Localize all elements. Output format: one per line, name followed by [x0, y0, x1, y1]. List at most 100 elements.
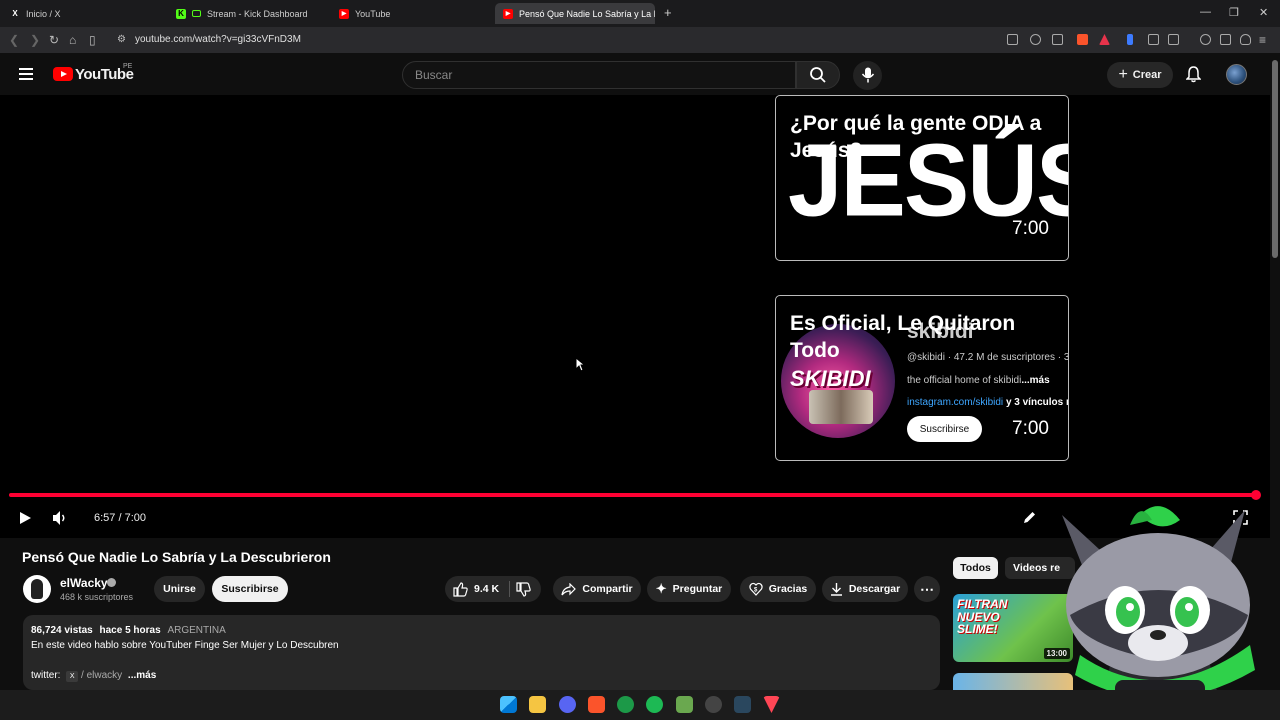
page-scrollbar-thumb[interactable] — [1272, 60, 1278, 258]
super-thanks-icon: $ — [749, 582, 763, 596]
discord-icon[interactable] — [559, 696, 576, 713]
endcard-channel-desc: the official home of skibidi...más — [907, 375, 1050, 386]
windows-start-icon[interactable] — [500, 696, 517, 713]
endcard-title: ¿Por qué la gente ODIA a Jesús? — [790, 112, 1042, 163]
browser-menu-icon[interactable]: ≡ — [1259, 33, 1266, 47]
show-more-link[interactable]: ...más — [128, 670, 156, 681]
channel-name[interactable]: elWacky — [60, 576, 108, 590]
download-button[interactable]: Descargar — [822, 576, 908, 602]
bookmark-icon[interactable]: ▯ — [89, 33, 96, 47]
tab-label: Stream - Kick Dashboard — [207, 8, 308, 19]
video-meta: 86,724 vistas hace 5 horas ARGENTINA — [31, 625, 226, 636]
notifications-bell-icon[interactable] — [1186, 66, 1201, 83]
back-icon[interactable]: ❮ — [9, 33, 19, 47]
time-display: 6:57 / 7:00 — [94, 512, 146, 524]
plus-icon: + — [1118, 66, 1128, 83]
obs-icon[interactable] — [705, 696, 722, 713]
description-box[interactable]: 86,724 vistas hace 5 horas ARGENTINA En … — [23, 615, 940, 690]
twitter-handle[interactable]: / elwacky — [81, 670, 122, 681]
video-title: Pensó Que Nadie Lo Sabría y La Descubrie… — [22, 549, 331, 565]
screen-icon[interactable] — [1007, 34, 1018, 45]
tab-label: YouTube — [355, 8, 391, 19]
search-input[interactable]: Buscar — [402, 61, 796, 89]
hamburger-menu-icon[interactable] — [19, 68, 33, 80]
twitter-label: twitter: — [31, 670, 61, 681]
forward-icon[interactable]: ❯ — [30, 33, 40, 47]
music-icon[interactable] — [1200, 34, 1211, 45]
thanks-button[interactable]: $ Gracias — [740, 576, 816, 602]
reload-icon[interactable]: ↻ — [49, 33, 59, 47]
youtube-icon: ▶ — [503, 8, 513, 19]
share-page-icon[interactable] — [1052, 34, 1063, 45]
more-actions-button[interactable]: ⋯ — [914, 576, 940, 602]
tab-current-video[interactable]: ▶ Pensó Que Nadie Lo Sabría y La Descubr… — [495, 3, 655, 24]
youtube-logo-icon[interactable] — [53, 67, 73, 81]
app-icon[interactable] — [617, 696, 634, 713]
youtube-icon: ▶ — [339, 8, 349, 19]
cameraman-image — [809, 390, 873, 424]
site-info-icon[interactable]: ⚙ — [117, 34, 126, 45]
brave-shield-icon[interactable] — [1077, 34, 1088, 45]
view-count: 86,724 vistas — [31, 625, 93, 636]
tab-kick[interactable]: K Stream - Kick Dashboard — [168, 3, 328, 24]
share-button[interactable]: Compartir — [553, 576, 641, 602]
file-explorer-icon[interactable] — [529, 696, 546, 713]
home-icon[interactable]: ⌂ — [69, 33, 76, 47]
voice-search-button[interactable] — [853, 61, 882, 90]
channel-subscribers: 468 k suscriptores — [60, 592, 134, 602]
extensions-icon[interactable] — [1148, 34, 1159, 45]
description-text: En este video hablo sobre YouTuber Finge… — [31, 640, 339, 651]
country-tag[interactable]: ARGENTINA — [167, 625, 225, 636]
rewards-icon[interactable] — [1099, 34, 1110, 45]
wallet-icon[interactable] — [1127, 34, 1133, 45]
brave-icon[interactable] — [588, 696, 605, 713]
subscribe-button[interactable]: Suscribirse — [212, 576, 288, 602]
sparkle-icon: ✦ — [655, 581, 667, 596]
pencil-icon[interactable] — [1022, 510, 1037, 525]
new-tab-button[interactable]: + — [664, 5, 672, 20]
posted-time: hace 5 horas — [99, 625, 161, 636]
address-bar: ❮ ❯ ↻ ⌂ ▯ ⚙ youtube.com/watch?v=gi33cVFn… — [0, 27, 1280, 53]
create-label: Crear — [1132, 69, 1162, 81]
like-dislike-group: 9.4 K — [445, 576, 541, 602]
vpn-icon[interactable] — [1240, 34, 1251, 45]
volume-icon[interactable] — [52, 510, 68, 526]
stream-icon — [192, 10, 201, 17]
minimize-icon[interactable]: — — [1200, 6, 1211, 18]
ask-label: Preguntar — [672, 583, 723, 595]
ask-button[interactable]: ✦ Preguntar — [647, 576, 731, 602]
chip-all[interactable]: Todos — [953, 557, 998, 579]
close-icon[interactable]: ✕ — [1259, 6, 1268, 19]
thumbs-down-icon[interactable] — [516, 581, 531, 597]
join-button[interactable]: Unirse — [154, 576, 205, 602]
channel-avatar[interactable] — [23, 575, 51, 603]
leo-icon[interactable] — [1220, 34, 1231, 45]
sidebar-icon[interactable] — [1168, 34, 1179, 45]
account-avatar[interactable] — [1226, 64, 1247, 85]
tab-youtube[interactable]: ▶ YouTube — [331, 3, 491, 24]
tab-x[interactable]: X Inicio / X — [2, 3, 167, 24]
raccoon-mascot-overlay — [1062, 506, 1255, 720]
microphone-icon — [861, 67, 875, 83]
endcard-video-2[interactable]: Es Oficial, Le Quitaron Todo SKIBIDI ski… — [775, 295, 1069, 461]
verified-badge-icon — [107, 578, 116, 587]
maximize-icon[interactable]: ❐ — [1229, 6, 1239, 19]
like-count[interactable]: 9.4 K — [474, 583, 499, 595]
endcard-channel-link[interactable]: instagram.com/skibidi y 3 vínculos m — [907, 397, 1068, 408]
video-player[interactable]: ¿Por qué la gente ODIA a Jesús? JESÚS 7:… — [0, 95, 1270, 538]
thumbs-up-icon[interactable] — [453, 581, 468, 597]
tab-label: Pensó Que Nadie Lo Sabría y La Descubrie… — [519, 8, 655, 19]
create-button[interactable]: + Crear — [1107, 62, 1173, 88]
minecraft-icon[interactable] — [676, 696, 693, 713]
x-icon: X — [12, 9, 18, 18]
thumbnail-text: FILTRAN NUEVO SLIME! — [957, 597, 1008, 637]
zoom-icon[interactable] — [1030, 34, 1041, 45]
url-field[interactable]: youtube.com/watch?v=gi33cVFnD3M — [135, 34, 301, 45]
search-button[interactable] — [796, 61, 840, 89]
play-icon[interactable] — [18, 511, 32, 525]
endcard-subscribe-button[interactable]: Suscribirse — [907, 416, 982, 442]
endcard-video-1[interactable]: ¿Por qué la gente ODIA a Jesús? JESÚS 7:… — [775, 95, 1069, 261]
share-icon — [561, 582, 577, 595]
spotify-icon[interactable] — [646, 696, 663, 713]
steam-icon[interactable] — [734, 696, 751, 713]
